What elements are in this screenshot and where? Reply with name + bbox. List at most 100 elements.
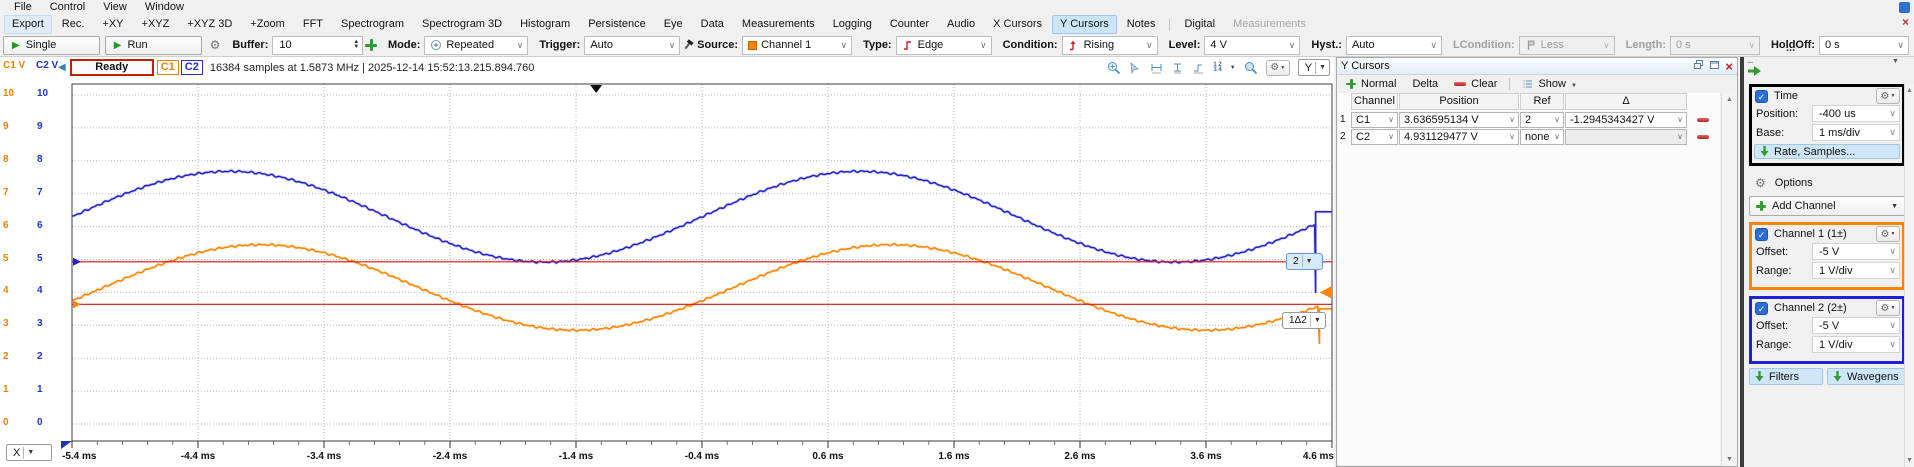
scroll-down-icon[interactable]: ▼: [1906, 457, 1913, 464]
tab-xy[interactable]: +XY: [94, 15, 131, 34]
delta-cursor-button[interactable]: Delta: [1405, 77, 1445, 91]
panel-menu-caret-icon[interactable]: ▼: [1892, 58, 1899, 65]
wavegens-button[interactable]: Wavegens: [1827, 368, 1905, 385]
panel-expand-arrow-icon[interactable]: [1748, 66, 1761, 79]
filters-button[interactable]: Filters: [1749, 368, 1823, 385]
cursor2-marker[interactable]: 2 ▼: [1286, 253, 1323, 270]
rate-samples-button[interactable]: Rate, Samples...: [1754, 144, 1900, 159]
tab-counter[interactable]: Counter: [882, 15, 937, 34]
tab-logging[interactable]: Logging: [825, 15, 880, 34]
tab-spectrogram[interactable]: Spectrogram: [333, 15, 412, 34]
waveform-canvas[interactable]: -5.4 ms-4.4 ms-3.4 ms-2.4 ms-1.4 ms-0.4 …: [60, 80, 1340, 467]
channel2-checkbox[interactable]: ✓: [1755, 302, 1768, 315]
undock-panel-icon[interactable]: [1693, 59, 1704, 73]
tab-notes[interactable]: Notes: [1119, 15, 1164, 34]
cursor-table-scrollbar[interactable]: ▲ ▼: [1721, 93, 1737, 466]
mode-select[interactable]: Repeated∨: [424, 36, 528, 55]
time-checkbox[interactable]: ✓: [1755, 90, 1768, 103]
tab-eye[interactable]: Eye: [656, 15, 691, 34]
c2-badge[interactable]: C2: [181, 60, 203, 75]
trigger-select[interactable]: Auto∨: [584, 36, 680, 55]
y-scale-select[interactable]: Y ▼: [1298, 59, 1330, 76]
scroll-up-icon[interactable]: ▲: [1906, 87, 1913, 94]
menu-item-window[interactable]: Window: [136, 0, 193, 15]
buffer-input[interactable]: 10 ▲▼: [272, 36, 363, 55]
scroll-up-icon[interactable]: ▲: [1726, 96, 1733, 103]
channel1-offset-select[interactable]: -5 V∨: [1812, 243, 1900, 260]
cursor2-ref-select[interactable]: none∨: [1520, 129, 1564, 145]
tab-audio[interactable]: Audio: [939, 15, 983, 34]
run-button[interactable]: ▶ Run: [105, 36, 202, 55]
add-acquisition-icon[interactable]: [365, 39, 377, 51]
cursor2-position-select[interactable]: 4.931129477 V∨: [1399, 129, 1519, 145]
menu-item-view[interactable]: View: [94, 0, 136, 15]
type-select[interactable]: Edge∨: [896, 36, 992, 55]
tab-digital[interactable]: Digital: [1176, 15, 1223, 34]
add-normal-cursor-button[interactable]: Normal: [1339, 77, 1403, 91]
fit-width-icon[interactable]: [1150, 62, 1163, 74]
plot-settings-button[interactable]: ⚙▼: [1266, 60, 1290, 76]
channel1-checkbox[interactable]: ✓: [1755, 228, 1768, 241]
hysteresis-select[interactable]: Auto∨: [1346, 36, 1442, 55]
collapse-axis-icon[interactable]: ◀: [58, 62, 66, 73]
cursor1-ref-select[interactable]: 2∨: [1520, 112, 1564, 128]
scroll-down-icon[interactable]: ▼: [1726, 456, 1733, 463]
measure-step-icon[interactable]: [1192, 62, 1205, 74]
tab-x-cursors[interactable]: X Cursors: [985, 15, 1050, 34]
tab-rec[interactable]: Rec.: [54, 15, 93, 34]
close-instrument-icon[interactable]: ×: [1902, 16, 1909, 28]
cursor1-delta-select[interactable]: -1.2945343427 V∨: [1565, 112, 1687, 128]
zoom-icon[interactable]: [1244, 61, 1258, 75]
c1-badge[interactable]: C1: [157, 60, 179, 75]
holdoff-select[interactable]: 0 s∨: [1819, 36, 1909, 55]
tab-y-cursors[interactable]: Y Cursors: [1052, 15, 1117, 34]
channel2-range-select[interactable]: 1 V/div∨: [1812, 336, 1900, 353]
maximize-panel-icon[interactable]: [1709, 60, 1720, 73]
tab-measurements[interactable]: Measurements: [734, 15, 823, 34]
channel1-range-select[interactable]: 1 V/div∨: [1812, 262, 1900, 279]
cursor1-position-select[interactable]: 3.636595134 V∨: [1399, 112, 1519, 128]
tab-data[interactable]: Data: [693, 15, 732, 34]
close-panel-icon[interactable]: ×: [1725, 61, 1733, 72]
show-menu-button[interactable]: Show ▼: [1515, 77, 1583, 91]
options-button[interactable]: ⚙ Options: [1752, 176, 1813, 190]
menu-item-file[interactable]: File: [5, 0, 41, 15]
channel2-offset-select[interactable]: -5 V∨: [1812, 317, 1900, 334]
tab-spectrogram-3d[interactable]: Spectrogram 3D: [414, 15, 510, 34]
tab-zoom[interactable]: +Zoom: [242, 15, 293, 34]
channel2-settings-button[interactable]: ⚙▼: [1876, 300, 1900, 316]
fit-height-icon[interactable]: [1171, 62, 1184, 74]
zoom-in-icon[interactable]: [1107, 61, 1121, 75]
pointer-icon[interactable]: [1129, 62, 1142, 74]
time-settings-button[interactable]: ⚙▼: [1876, 88, 1900, 104]
level-select[interactable]: 4 V∨: [1204, 36, 1300, 55]
cursor2-channel-select[interactable]: C2∨: [1351, 129, 1398, 145]
add-channel-button[interactable]: Add Channel ▼: [1749, 196, 1905, 216]
channel1-settings-button[interactable]: ⚙▼: [1876, 226, 1900, 242]
remove-cursor2-button[interactable]: [1688, 135, 1718, 139]
window-scrollbar[interactable]: ▲ ▼: [1904, 84, 1914, 467]
cursor-delta-marker[interactable]: 1Δ2 ▼: [1282, 312, 1326, 329]
cursor1-channel-select[interactable]: C1∨: [1351, 112, 1398, 128]
buffer-spinner[interactable]: ▲▼: [353, 40, 359, 50]
quad-view-icon[interactable]: 1 23 4: [1213, 63, 1221, 73]
toolbar-overflow-button[interactable]: ...: [1786, 42, 1795, 54]
tab-xyz[interactable]: +XYZ: [134, 15, 178, 34]
time-base-select[interactable]: 1 ms/div∨: [1812, 124, 1900, 141]
single-button[interactable]: ▶ Single: [3, 36, 100, 55]
tab-xyz-3d[interactable]: +XYZ 3D: [179, 15, 240, 34]
tab-histogram[interactable]: Histogram: [512, 15, 578, 34]
menu-item-control[interactable]: Control: [41, 0, 94, 15]
clear-cursors-button[interactable]: Clear: [1447, 77, 1504, 91]
condition-select[interactable]: Rising∨: [1062, 36, 1158, 55]
view-menu-caret-icon[interactable]: ▼: [1230, 65, 1236, 71]
source-select[interactable]: Channel 1∨: [742, 36, 852, 55]
remove-cursor1-button[interactable]: [1688, 118, 1718, 122]
tab-export[interactable]: Export: [4, 15, 52, 34]
tab-fft[interactable]: FFT: [295, 15, 331, 34]
tab-persistence[interactable]: Persistence: [580, 15, 653, 34]
acquisition-settings-gear-icon[interactable]: ⚙: [210, 38, 221, 52]
x-axis-select-button[interactable]: X ▼: [6, 444, 52, 461]
panel-splitter[interactable]: [1740, 57, 1744, 467]
time-position-select[interactable]: -400 us∨: [1812, 105, 1900, 122]
